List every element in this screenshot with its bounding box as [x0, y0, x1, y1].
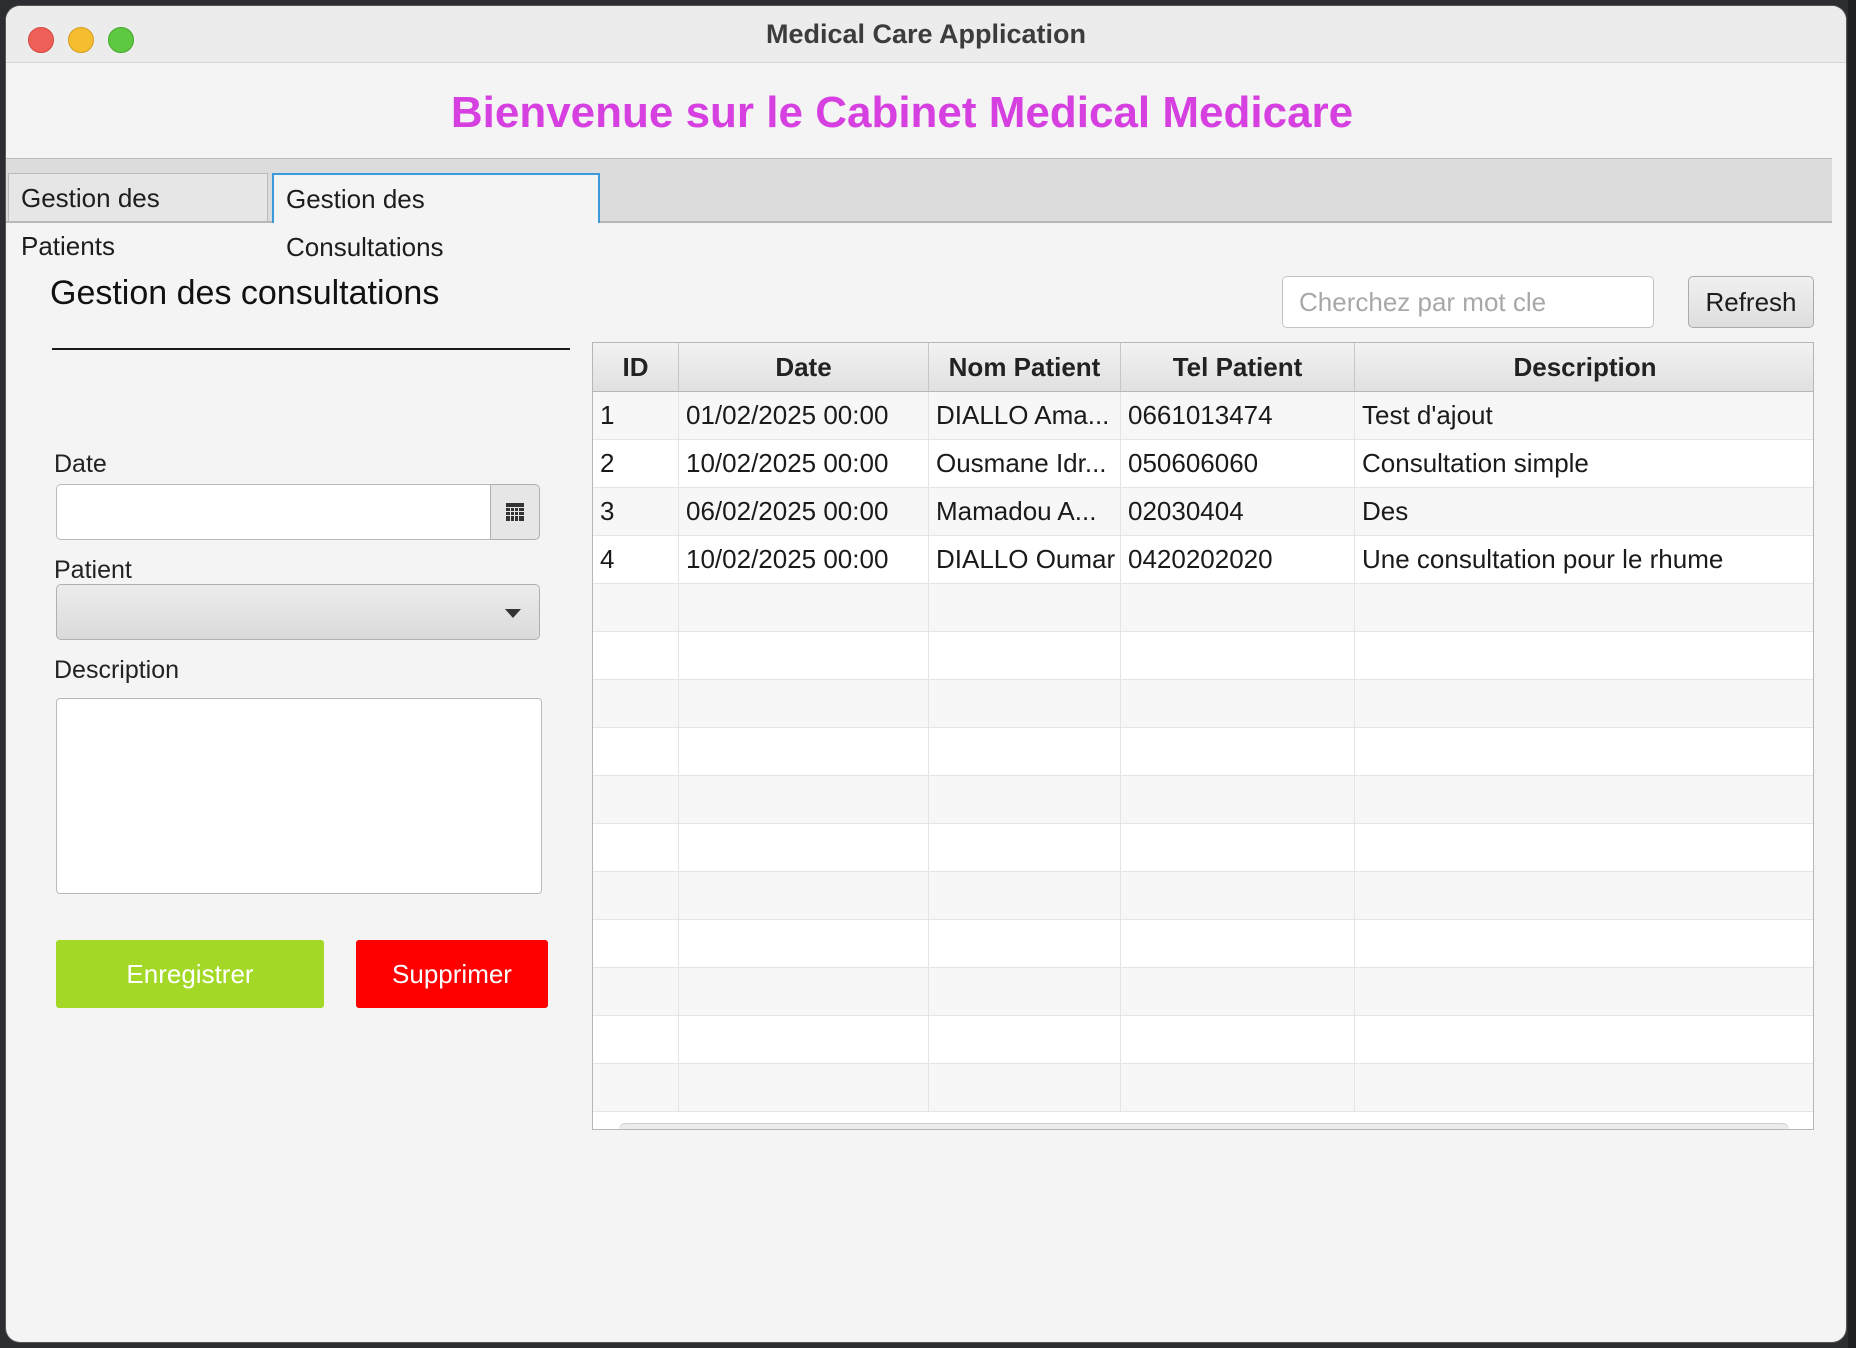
cell-tel-patient: 0420202020: [1121, 536, 1355, 583]
cell-tel-patient: 050606060: [1121, 440, 1355, 487]
date-label: Date: [54, 450, 107, 478]
empty-table-row: [593, 872, 1813, 920]
horizontal-scrollbar[interactable]: [619, 1123, 1789, 1129]
cell-nom-patient: DIALLO Ama...: [929, 392, 1121, 439]
column-header-date[interactable]: Date: [679, 343, 929, 391]
cell-date: 01/02/2025 00:00: [679, 392, 929, 439]
cell-description: Une consultation pour le rhume: [1362, 544, 1724, 574]
table-row[interactable]: 2 10/02/2025 00:00 Ousmane Idr... 050606…: [593, 440, 1813, 488]
delete-button[interactable]: Supprimer: [356, 940, 548, 1008]
background-window-edge: [1848, 0, 1856, 1348]
tab-gestion-consultations[interactable]: Gestion des Consultations: [272, 173, 600, 262]
empty-table-row: [593, 728, 1813, 776]
column-header-nom-patient[interactable]: Nom Patient: [929, 343, 1121, 391]
cell-description: Test d'ajout: [1362, 400, 1493, 430]
empty-table-row: [593, 680, 1813, 728]
date-picker-button[interactable]: [490, 484, 540, 540]
cell-date: 10/02/2025 00:00: [679, 440, 929, 487]
chevron-down-icon: [505, 609, 521, 618]
table-body: 1 01/02/2025 00:00 DIALLO Ama... 0661013…: [593, 392, 1813, 1112]
search-input[interactable]: [1282, 276, 1654, 328]
cell-date: 06/02/2025 00:00: [679, 488, 929, 535]
cell-id: 3: [593, 488, 679, 535]
title-bar: Medical Care Application: [6, 6, 1846, 63]
cell-description: Des: [1362, 496, 1409, 526]
table-row[interactable]: 3 06/02/2025 00:00 Mamadou A... 02030404…: [593, 488, 1813, 536]
empty-table-row: [593, 824, 1813, 872]
welcome-heading: Bienvenue sur le Cabinet Medical Medicar…: [450, 88, 1354, 137]
patient-label: Patient: [54, 556, 132, 584]
cell-date: 10/02/2025 00:00: [679, 536, 929, 583]
cell-id: 2: [593, 440, 679, 487]
window-title: Medical Care Application: [765, 19, 1087, 49]
table-row[interactable]: 1 01/02/2025 00:00 DIALLO Ama... 0661013…: [593, 392, 1813, 440]
cell-description: Consultation simple: [1362, 448, 1589, 478]
cell-id: 4: [593, 536, 679, 583]
patient-select[interactable]: [56, 584, 540, 640]
empty-table-row: [593, 920, 1813, 968]
tab-bar: Gestion des Patients Gestion des Consult…: [6, 158, 1832, 262]
cell-nom-patient: DIALLO Oumar: [929, 536, 1121, 583]
refresh-button[interactable]: Refresh: [1688, 276, 1814, 328]
empty-table-row: [593, 776, 1813, 824]
table-header: ID Date Nom Patient Tel Patient Descript…: [593, 343, 1813, 392]
column-header-tel-patient[interactable]: Tel Patient: [1121, 343, 1355, 391]
save-button[interactable]: Enregistrer: [56, 940, 324, 1008]
column-header-id[interactable]: ID: [593, 343, 679, 391]
empty-table-row: [593, 1064, 1813, 1112]
column-header-description[interactable]: Description: [1355, 343, 1813, 391]
tab-gestion-patients[interactable]: Gestion des Patients: [8, 173, 268, 261]
consultations-table: ID Date Nom Patient Tel Patient Descript…: [592, 342, 1814, 1130]
empty-table-row: [593, 584, 1813, 632]
description-textarea[interactable]: [56, 698, 542, 894]
form-title-divider: [52, 348, 570, 350]
cell-nom-patient: Mamadou A...: [929, 488, 1121, 535]
description-label: Description: [54, 656, 180, 684]
cell-tel-patient: 02030404: [1121, 488, 1355, 535]
empty-table-row: [593, 1016, 1813, 1064]
date-input[interactable]: [56, 484, 490, 540]
form-title: Gestion des consultations: [50, 274, 440, 312]
cell-tel-patient: 0661013474: [1121, 392, 1355, 439]
cell-id: 1: [593, 392, 679, 439]
cell-nom-patient: Ousmane Idr...: [929, 440, 1121, 487]
table-row[interactable]: 4 10/02/2025 00:00 DIALLO Oumar 04202020…: [593, 536, 1813, 584]
empty-table-row: [593, 968, 1813, 1016]
calendar-icon: [506, 503, 524, 521]
empty-table-row: [593, 632, 1813, 680]
app-window: Medical Care Application Bienvenue sur l…: [6, 6, 1846, 1342]
